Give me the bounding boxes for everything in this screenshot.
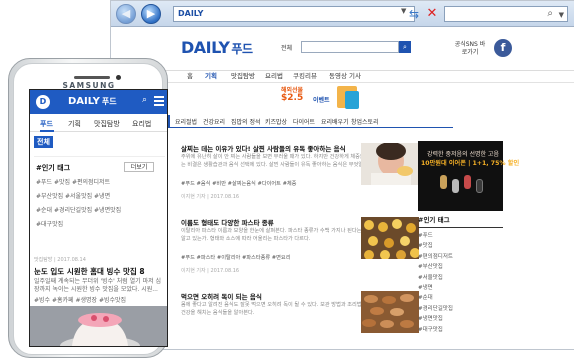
earbud-icon bbox=[464, 175, 471, 189]
earbud-icon bbox=[452, 179, 459, 193]
mobile-popular-tags: #인기 태그 더보기 #푸드 #맛집 #편의점디저트 #부산맛집 #서울맛집 #… bbox=[34, 156, 165, 248]
article-item[interactable]: 먹으면 오히려 독이 되는 음식 몸에 좋다고 알려진 음식도 잘못 먹으면 오… bbox=[153, 291, 447, 349]
front-camera-icon bbox=[116, 75, 121, 80]
forward-arrow-icon[interactable]: ▶ bbox=[141, 4, 161, 24]
promo-banner[interactable]: 해외선물 $2.5 이벤트 bbox=[275, 83, 361, 113]
article-meta: 이지현 기자 | 2017.08.16 bbox=[181, 268, 240, 274]
browser-toolbar: ◀ ▶ DAILY ▼ ⇆ ✕ ⌕ ▼ bbox=[111, 1, 574, 27]
desktop-browser-window: ◀ ▶ DAILY ▼ ⇆ ✕ ⌕ ▼ DAILY 푸드 전체 ⌕ 공식SNS 바… bbox=[110, 0, 574, 350]
more-button[interactable]: 더보기 bbox=[124, 162, 154, 172]
subnav-item[interactable]: 집밥의 정석 bbox=[231, 117, 261, 126]
article-summary: 일주일째 계속되는 무더위 '빙수' 처럼 열기 마저 심장까지 녹이는 시원한… bbox=[34, 278, 162, 293]
speaker-grille bbox=[74, 76, 110, 79]
search-scope-select[interactable]: 전체 bbox=[281, 43, 292, 52]
composite-screenshot: ◀ ▶ DAILY ▼ ⇆ ✕ ⌕ ▼ DAILY 푸드 전체 ⌕ 공식SNS 바… bbox=[0, 0, 574, 360]
search-dropdown-icon[interactable]: ▼ bbox=[559, 8, 564, 22]
subnav-item[interactable]: 키즈밥상 bbox=[265, 117, 287, 126]
article-image[interactable] bbox=[30, 306, 168, 347]
facebook-icon[interactable]: f bbox=[494, 39, 512, 57]
subnav-item[interactable]: 창업스토리 bbox=[351, 117, 379, 126]
address-bar[interactable]: DAILY bbox=[173, 6, 415, 22]
main-navigation: 홈 기획 맛집탐방 요리법 쿠킹리뷰 동영상 기사 bbox=[111, 67, 574, 83]
site-header: DAILY 푸드 전체 ⌕ 공식SNS 바로가기 f bbox=[111, 27, 574, 71]
mobile-tabs: 푸드 기획 맛집탐방 요리법 bbox=[30, 114, 167, 132]
tag-line[interactable]: #푸드 #맛집 #편의점디저트 bbox=[36, 177, 110, 186]
search-icon[interactable]: ⌕ bbox=[142, 95, 147, 105]
article-title[interactable]: 이름도 형태도 다양한 파스타 종류 bbox=[181, 217, 381, 227]
tag-link[interactable]: #편의점디저트 bbox=[418, 252, 503, 262]
mobile-logo-badge[interactable]: D bbox=[36, 95, 50, 109]
smartphone: SAMSUNG D DAILY 푸드 ⌕ 푸드 기획 맛집탐방 요리법 전체 #인… bbox=[8, 58, 168, 358]
subnav-item[interactable]: 요리절법 bbox=[175, 117, 197, 126]
popular-tags-title: #인기 태그 bbox=[418, 214, 503, 228]
back-arrow-icon[interactable]: ◀ bbox=[116, 4, 136, 24]
site-search-input[interactable] bbox=[301, 41, 399, 53]
tag-link[interactable]: #냉면 bbox=[418, 283, 503, 293]
article-meta: 맛집탐방 | 2017.08.14 bbox=[34, 257, 86, 263]
article-summary: 주위에 유난히 살이 안 찌는 사람들을 보면 부러울 때가 있다. 하지만 건… bbox=[181, 154, 381, 168]
article-meta: 이지현 기자 | 2017.08.16 bbox=[181, 194, 240, 200]
article-tags: #푸드 #파스타 #이탈리아 #파스타종류 #면요리 bbox=[181, 255, 291, 261]
mobile-logo[interactable]: DAILY 푸드 bbox=[68, 96, 117, 107]
article-tags: #빙수 #홈카페 #생명장 #빙수맛집 bbox=[34, 297, 127, 304]
earbud-icon bbox=[476, 179, 483, 193]
article-thumbnail[interactable] bbox=[361, 217, 419, 259]
phone-screen: D DAILY 푸드 ⌕ 푸드 기획 맛집탐방 요리법 전체 #인기 태그 더보기… bbox=[29, 89, 168, 347]
earbud-icon bbox=[440, 175, 447, 189]
sns-label: 공식SNS 바로가기 bbox=[454, 41, 486, 56]
tag-link[interactable]: #푸드 bbox=[418, 231, 503, 241]
tag-link[interactable]: #대구맛집 bbox=[418, 325, 503, 335]
article-title[interactable]: 살찌는 데는 이유가 있다! 살찐 사람들의 유독 좋아하는 음식 bbox=[181, 143, 381, 153]
article-item[interactable]: 살찌는 데는 이유가 있다! 살찐 사람들의 유독 좋아하는 음식 주위에 유난… bbox=[153, 143, 447, 205]
subnav-item[interactable]: 건강요리 bbox=[203, 117, 225, 126]
article-tags: #푸드 #음식 #비만 #살찌는음식 #다이어트 #체중 bbox=[181, 181, 297, 187]
article-summary: 몸에 좋다고 알려진 음식도 잘못 먹으면 오히려 독이 될 수 있다. 보관 … bbox=[181, 302, 378, 316]
subnav-item[interactable]: 다이어트 bbox=[293, 117, 315, 126]
stop-icon[interactable]: ✕ bbox=[424, 5, 440, 23]
tab-feature[interactable]: 기획 bbox=[68, 119, 81, 129]
site-search-button[interactable]: ⌕ bbox=[399, 41, 411, 53]
tag-link[interactable]: #냉면맛집 bbox=[418, 314, 503, 324]
shopping-bag-icon bbox=[345, 91, 359, 109]
category-chip-all[interactable]: 전체 bbox=[34, 136, 53, 148]
nav-item-feature[interactable]: 기획 bbox=[205, 70, 217, 80]
tab-food[interactable]: 푸드 bbox=[40, 119, 53, 129]
category-subnav: 전체 요리절법 건강요리 집밥의 정석 키즈밥상 다이어트 요리배우기 창업스토… bbox=[153, 115, 453, 128]
search-icon[interactable]: ⌕ bbox=[547, 7, 553, 21]
article-item[interactable]: 이름도 형태도 다양한 파스타 종류 이탈리아 파스타 이름과 모양을 한눈에 … bbox=[153, 217, 447, 279]
popular-tags-title: #인기 태그 bbox=[36, 164, 71, 172]
browser-search-box[interactable]: ⌕ ▼ bbox=[444, 6, 568, 22]
article-title[interactable]: 먹으면 오히려 독이 되는 음식 bbox=[181, 291, 381, 301]
nav-item-video[interactable]: 동영상 기사 bbox=[329, 70, 361, 80]
tag-link[interactable]: #경리단길맛집 bbox=[418, 304, 503, 314]
active-tab-indicator bbox=[40, 130, 54, 132]
tag-link[interactable]: #순대 bbox=[418, 293, 503, 303]
tag-line[interactable]: #부산맛집 #서울맛집 #냉면 bbox=[36, 191, 110, 200]
article-summary: 이탈리아 파스타 이름과 모양을 한눈에 살펴본다. 파스타 종류가 수백 가지… bbox=[181, 228, 378, 242]
hamburger-menu-icon[interactable] bbox=[154, 96, 164, 106]
tag-line[interactable]: #대구맛집 bbox=[36, 219, 63, 228]
article-title[interactable]: 눈도 입도 시원한 홈대 빙수 맛집 8 bbox=[34, 266, 145, 277]
nav-item-restaurants[interactable]: 맛집탐방 bbox=[231, 70, 255, 80]
nav-item-home[interactable]: 홈 bbox=[187, 70, 193, 80]
subnav-item[interactable]: 요리배우기 bbox=[321, 117, 349, 126]
nav-item-cooking-review[interactable]: 쿠킹리뷰 bbox=[293, 70, 317, 80]
tag-link[interactable]: #부산맛집 bbox=[418, 262, 503, 272]
article-thumbnail[interactable] bbox=[361, 291, 419, 333]
tab-restaurants[interactable]: 맛집탐방 bbox=[94, 119, 120, 129]
earphone-ad[interactable]: 강력한 중저음의 선명한 고음 10만원대 이어폰 | 1+1, 75% 할인 bbox=[418, 141, 519, 211]
tag-line[interactable]: #순대 #경리단길맛집 #냉면맛집 bbox=[36, 205, 121, 214]
site-logo[interactable]: DAILY 푸드 bbox=[181, 38, 253, 57]
mobile-header: D DAILY 푸드 ⌕ bbox=[30, 90, 167, 114]
tag-link[interactable]: #맛집 bbox=[418, 241, 503, 251]
refresh-icon[interactable]: ⇆ bbox=[406, 5, 422, 23]
popular-tags-box: #인기 태그 #푸드 #맛집 #편의점디저트 #부산맛집 #서울맛집 #냉면 #… bbox=[418, 214, 503, 335]
article-thumbnail[interactable] bbox=[361, 143, 419, 185]
tab-recipes[interactable]: 요리법 bbox=[132, 119, 151, 129]
nav-item-recipes[interactable]: 요리법 bbox=[265, 70, 283, 80]
tag-link[interactable]: #서울맛집 bbox=[418, 273, 503, 283]
